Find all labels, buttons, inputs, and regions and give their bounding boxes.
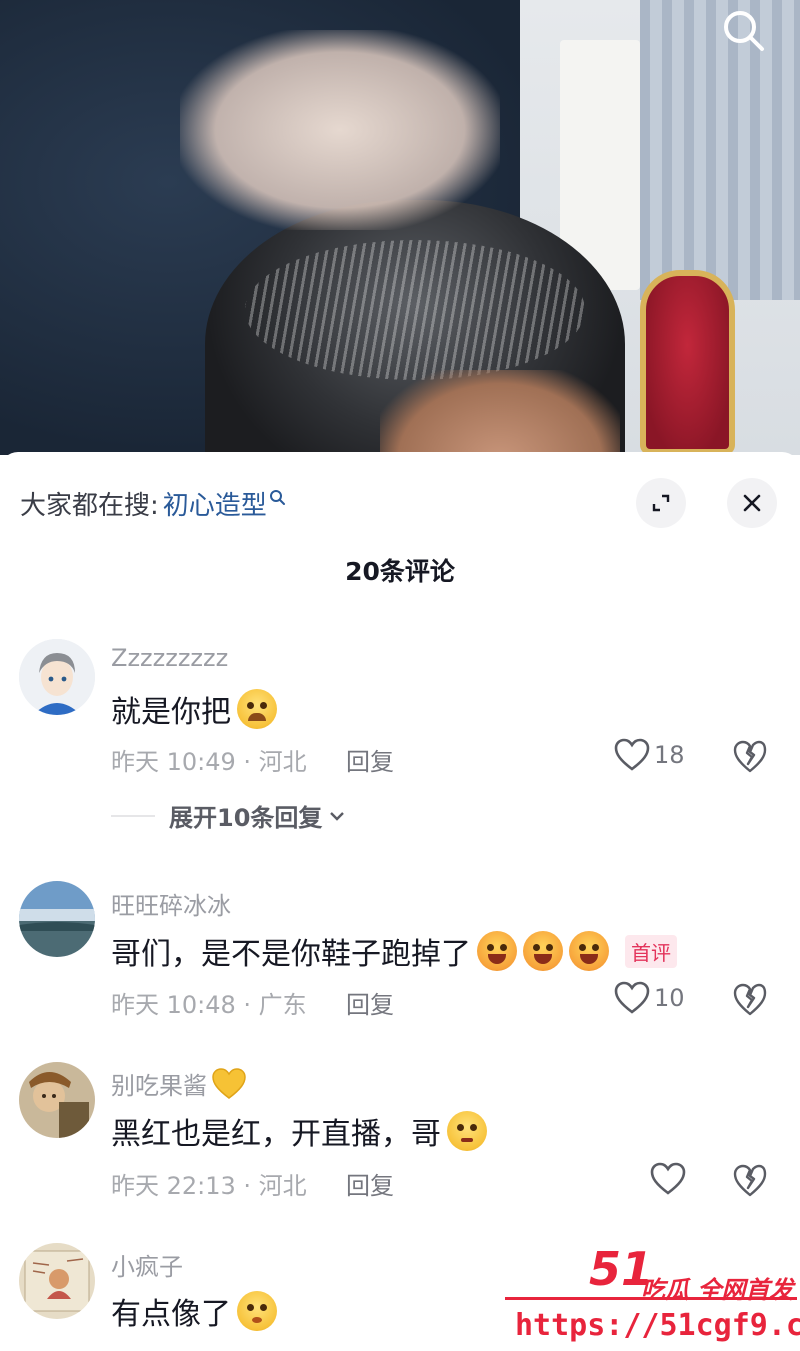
comment-count: 20条评论 (345, 557, 455, 586)
like-button[interactable] (650, 1162, 686, 1196)
crying-emoji-icon (237, 689, 277, 729)
angry-emoji-icon (477, 931, 517, 971)
reply-button[interactable]: 回复 (346, 742, 394, 777)
like-count: 18 (654, 741, 685, 769)
like-count: 10 (654, 984, 685, 1012)
hot-search-prefix: 大家都在搜: (20, 490, 159, 521)
watermark-rule (505, 1297, 797, 1300)
yellow-heart-icon (212, 1067, 246, 1099)
comment-text: 有点像了 (111, 1297, 231, 1332)
heart-icon (614, 981, 650, 1014)
comment-content: 就是你把 (111, 687, 277, 731)
angry-emoji-icon (569, 931, 609, 971)
shy-emoji-icon (237, 1291, 277, 1331)
broken-heart-icon[interactable] (733, 740, 767, 774)
video-forehead (380, 370, 620, 455)
video-frame[interactable] (0, 0, 800, 455)
first-comment-badge: 首评 (625, 934, 677, 968)
comment-text: 哥们，是不是你鞋子跑掉了 (111, 937, 471, 972)
expand-icon (652, 494, 670, 512)
reply-button[interactable]: 回复 (346, 985, 394, 1020)
comment-username[interactable]: 小疯子 (111, 1247, 183, 1282)
expand-replies-label: 展开10条回复 (169, 804, 323, 832)
video-gloved-hands (180, 30, 500, 230)
search-icon[interactable] (718, 6, 770, 58)
like-button[interactable]: 18 (614, 738, 685, 772)
comment-username: 别吃果酱 (111, 1072, 207, 1100)
comment-time-location: 昨天 22:13 · 河北 (111, 1172, 307, 1200)
avatar[interactable] (19, 639, 95, 715)
comment-time-location: 昨天 10:48 · 广东 (111, 991, 307, 1019)
heart-icon (614, 738, 650, 771)
comment-content: 哥们，是不是你鞋子跑掉了 首评 (111, 929, 677, 973)
comment-text: 黑红也是红，开直播，哥 (111, 1117, 441, 1152)
watermark-url: https://51cgf9.com (515, 1308, 800, 1343)
broken-heart-icon[interactable] (733, 983, 767, 1017)
close-icon (743, 494, 761, 512)
angry-emoji-icon (523, 931, 563, 971)
video-chair (640, 270, 735, 455)
watermark: 51 吃瓜 全网首发 https://51cgf9.com (505, 1242, 800, 1351)
comment-time-location: 昨天 10:49 · 河北 (111, 748, 307, 776)
thinking-emoji-icon (447, 1111, 487, 1151)
like-button[interactable]: 10 (614, 981, 685, 1015)
hot-search-keyword[interactable]: 初心造型 (163, 485, 267, 522)
comment-username[interactable]: 旺旺碎冰冰 (111, 886, 231, 921)
broken-heart-icon[interactable] (733, 1164, 767, 1198)
comment-content: 有点像了 (111, 1289, 277, 1333)
comment-username[interactable]: Zzzzzzzzz (111, 644, 228, 672)
reply-button[interactable]: 回复 (346, 1166, 394, 1201)
avatar[interactable] (19, 1243, 95, 1319)
avatar[interactable] (19, 881, 95, 957)
chevron-down-icon (330, 811, 345, 821)
search-small-icon (269, 490, 285, 505)
comment-username-row[interactable]: 别吃果酱 (111, 1066, 247, 1101)
hot-search-bar[interactable]: 大家都在搜: 初心造型 (20, 483, 287, 523)
comment-text: 就是你把 (111, 695, 231, 730)
heart-icon (650, 1162, 686, 1195)
expand-panel-button[interactable] (636, 478, 686, 528)
avatar[interactable] (19, 1062, 95, 1138)
divider (111, 814, 155, 817)
close-button[interactable] (727, 478, 777, 528)
comment-content: 黑红也是红，开直播，哥 (111, 1109, 487, 1153)
expand-replies-button[interactable]: 展开10条回复 (111, 798, 348, 833)
